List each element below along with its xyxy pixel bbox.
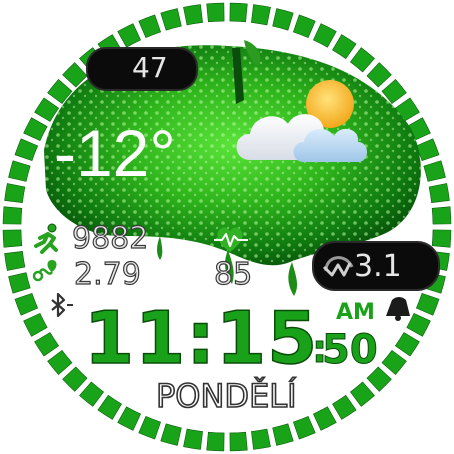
time-hours-minutes: 11:15 xyxy=(83,296,319,380)
steps-value: 9882 xyxy=(71,221,149,256)
ring-segment xyxy=(332,394,357,420)
ring-segment xyxy=(206,431,225,452)
ring-segment xyxy=(47,349,73,375)
ring-segment xyxy=(431,229,452,248)
route-icon xyxy=(32,260,57,282)
ring-segment xyxy=(332,34,357,60)
ring-segment xyxy=(34,332,60,357)
ring-segment xyxy=(431,206,452,225)
ring-segment xyxy=(117,406,141,431)
bluetooth-icon xyxy=(51,292,73,318)
ring-segment xyxy=(2,206,23,225)
ring-segment xyxy=(8,160,31,182)
distance-value: 2.79 xyxy=(73,257,141,292)
ring-segment xyxy=(79,381,105,407)
ring-segment xyxy=(23,117,48,141)
ring-segment xyxy=(2,229,23,248)
ring-segment xyxy=(423,160,446,182)
ring-segment xyxy=(366,62,392,88)
ring-segment xyxy=(313,406,337,431)
ring-segment xyxy=(206,2,225,23)
ring-segment xyxy=(8,272,31,294)
watch-face: 47 -12° 9882 2.79 85 3.1 11:15 : 50 AM P… xyxy=(0,0,454,454)
ring-segment xyxy=(428,183,450,203)
wave-value: 3.1 xyxy=(354,249,402,284)
battery-level: 47 xyxy=(132,51,168,84)
temperature: -12° xyxy=(54,116,176,190)
ring-segment xyxy=(183,4,203,26)
ring-segment xyxy=(229,2,248,23)
ring-segment xyxy=(4,251,26,271)
am-pm-indicator: AM xyxy=(336,300,375,325)
ring-segment xyxy=(381,349,407,375)
ring-segment xyxy=(349,47,375,73)
ring-segment xyxy=(394,332,420,357)
ring-segment xyxy=(406,313,431,337)
running-person-icon xyxy=(34,223,58,254)
ring-segment xyxy=(117,23,141,48)
ring-segment xyxy=(313,23,337,48)
time-seconds: 50 xyxy=(322,327,379,373)
ring-segment xyxy=(229,431,248,452)
ring-segment xyxy=(160,8,182,31)
weekday: PONDĚLÍ xyxy=(155,377,297,415)
ring-segment xyxy=(183,428,203,450)
ring-segment xyxy=(23,313,48,337)
ring-segment xyxy=(97,394,122,420)
ring-segment xyxy=(251,428,271,450)
ring-segment xyxy=(349,381,375,407)
heart-rate-value: 85 xyxy=(213,257,253,292)
ring-segment xyxy=(4,183,26,203)
ring-segment xyxy=(272,8,294,31)
ring-segment xyxy=(251,4,271,26)
ring-segment xyxy=(272,423,294,446)
ring-segment xyxy=(160,423,182,446)
alarm-bell-icon xyxy=(386,297,410,321)
